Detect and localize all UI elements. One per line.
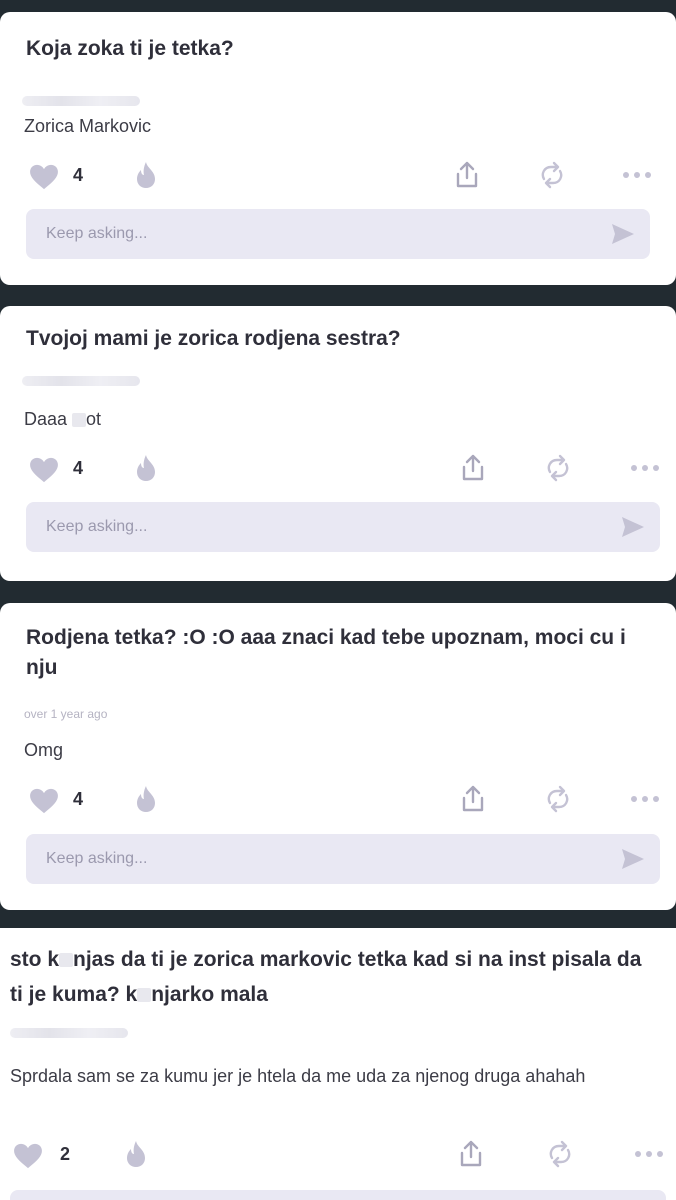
censor-mask — [137, 988, 152, 1003]
question-part: njarko mala — [151, 983, 268, 1006]
fire-icon[interactable] — [134, 161, 158, 189]
send-icon[interactable] — [610, 222, 636, 246]
answer-text: Sprdala sam se za kumu jer je htela da m… — [10, 1066, 586, 1086]
keep-asking-field — [26, 502, 660, 552]
fire-icon[interactable] — [124, 1140, 148, 1168]
keep-asking-input[interactable] — [46, 834, 586, 884]
blurred-username — [22, 96, 140, 106]
send-icon[interactable] — [620, 847, 646, 871]
answer-text: Zorica Markovic — [24, 116, 152, 136]
question-text: Rodjena tetka? :O :O aaa znaci kad tebe … — [26, 626, 626, 679]
blurred-username — [22, 376, 140, 386]
share-icon[interactable] — [460, 785, 486, 813]
like-count: 4 — [73, 165, 84, 185]
blurred-username — [10, 1028, 128, 1038]
keep-asking-input[interactable] — [46, 209, 586, 259]
question-text: Tvojoj mami je zorica rodjena sestra? — [26, 327, 401, 350]
keep-asking-input[interactable] — [30, 1190, 570, 1200]
question-text: Koja zoka ti je tetka? — [26, 37, 234, 60]
fire-icon[interactable] — [134, 785, 158, 813]
keep-asking-input[interactable] — [46, 502, 586, 552]
fire-icon[interactable] — [134, 454, 158, 482]
like-count: 4 — [73, 458, 84, 478]
heart-icon[interactable] — [28, 788, 60, 814]
post-card: sto k njas da ti je zorica markovic tetka… — [0, 928, 676, 1200]
post-card: Tvojoj mami je zorica rodjena sestra? Da… — [0, 306, 676, 581]
timestamp: over 1 year ago — [24, 707, 108, 721]
like-count: 4 — [73, 789, 84, 809]
keep-asking-field — [26, 834, 660, 884]
more-icon[interactable] — [622, 171, 652, 179]
more-icon[interactable] — [634, 1150, 664, 1158]
share-icon[interactable] — [460, 454, 486, 482]
question-part: njas da ti je zorica markovic tetka kad … — [10, 948, 642, 1006]
action-bar: 2 — [0, 1138, 676, 1170]
repost-icon[interactable] — [538, 161, 566, 189]
keep-asking-field — [26, 209, 650, 259]
repost-icon[interactable] — [544, 454, 572, 482]
censor-mask — [72, 413, 87, 428]
answer-part: Daaa — [24, 409, 73, 429]
action-bar: 4 — [0, 159, 676, 191]
action-bar: 4 — [0, 783, 676, 815]
question-text: sto k njas da ti je zorica markovic tetka… — [10, 942, 656, 1012]
like-count: 2 — [60, 1144, 71, 1164]
more-icon[interactable] — [630, 464, 660, 472]
send-icon[interactable] — [620, 515, 646, 539]
post-card: Rodjena tetka? :O :O aaa znaci kad tebe … — [0, 603, 676, 910]
keep-asking-field — [10, 1190, 666, 1200]
heart-icon[interactable] — [28, 457, 60, 483]
heart-icon[interactable] — [12, 1143, 44, 1169]
answer-text: Daaa ot — [24, 405, 646, 434]
answer-part: ot — [86, 409, 102, 429]
repost-icon[interactable] — [546, 1140, 574, 1168]
share-icon[interactable] — [458, 1140, 484, 1168]
post-card: Koja zoka ti je tetka? Zorica Markovic 4 — [0, 12, 676, 285]
heart-icon[interactable] — [28, 164, 60, 190]
repost-icon[interactable] — [544, 785, 572, 813]
more-icon[interactable] — [630, 795, 660, 803]
censor-mask — [59, 953, 74, 968]
answer-text: Omg — [24, 740, 64, 760]
action-bar: 4 — [0, 452, 676, 484]
question-part: sto k — [10, 948, 60, 971]
share-icon[interactable] — [454, 161, 480, 189]
